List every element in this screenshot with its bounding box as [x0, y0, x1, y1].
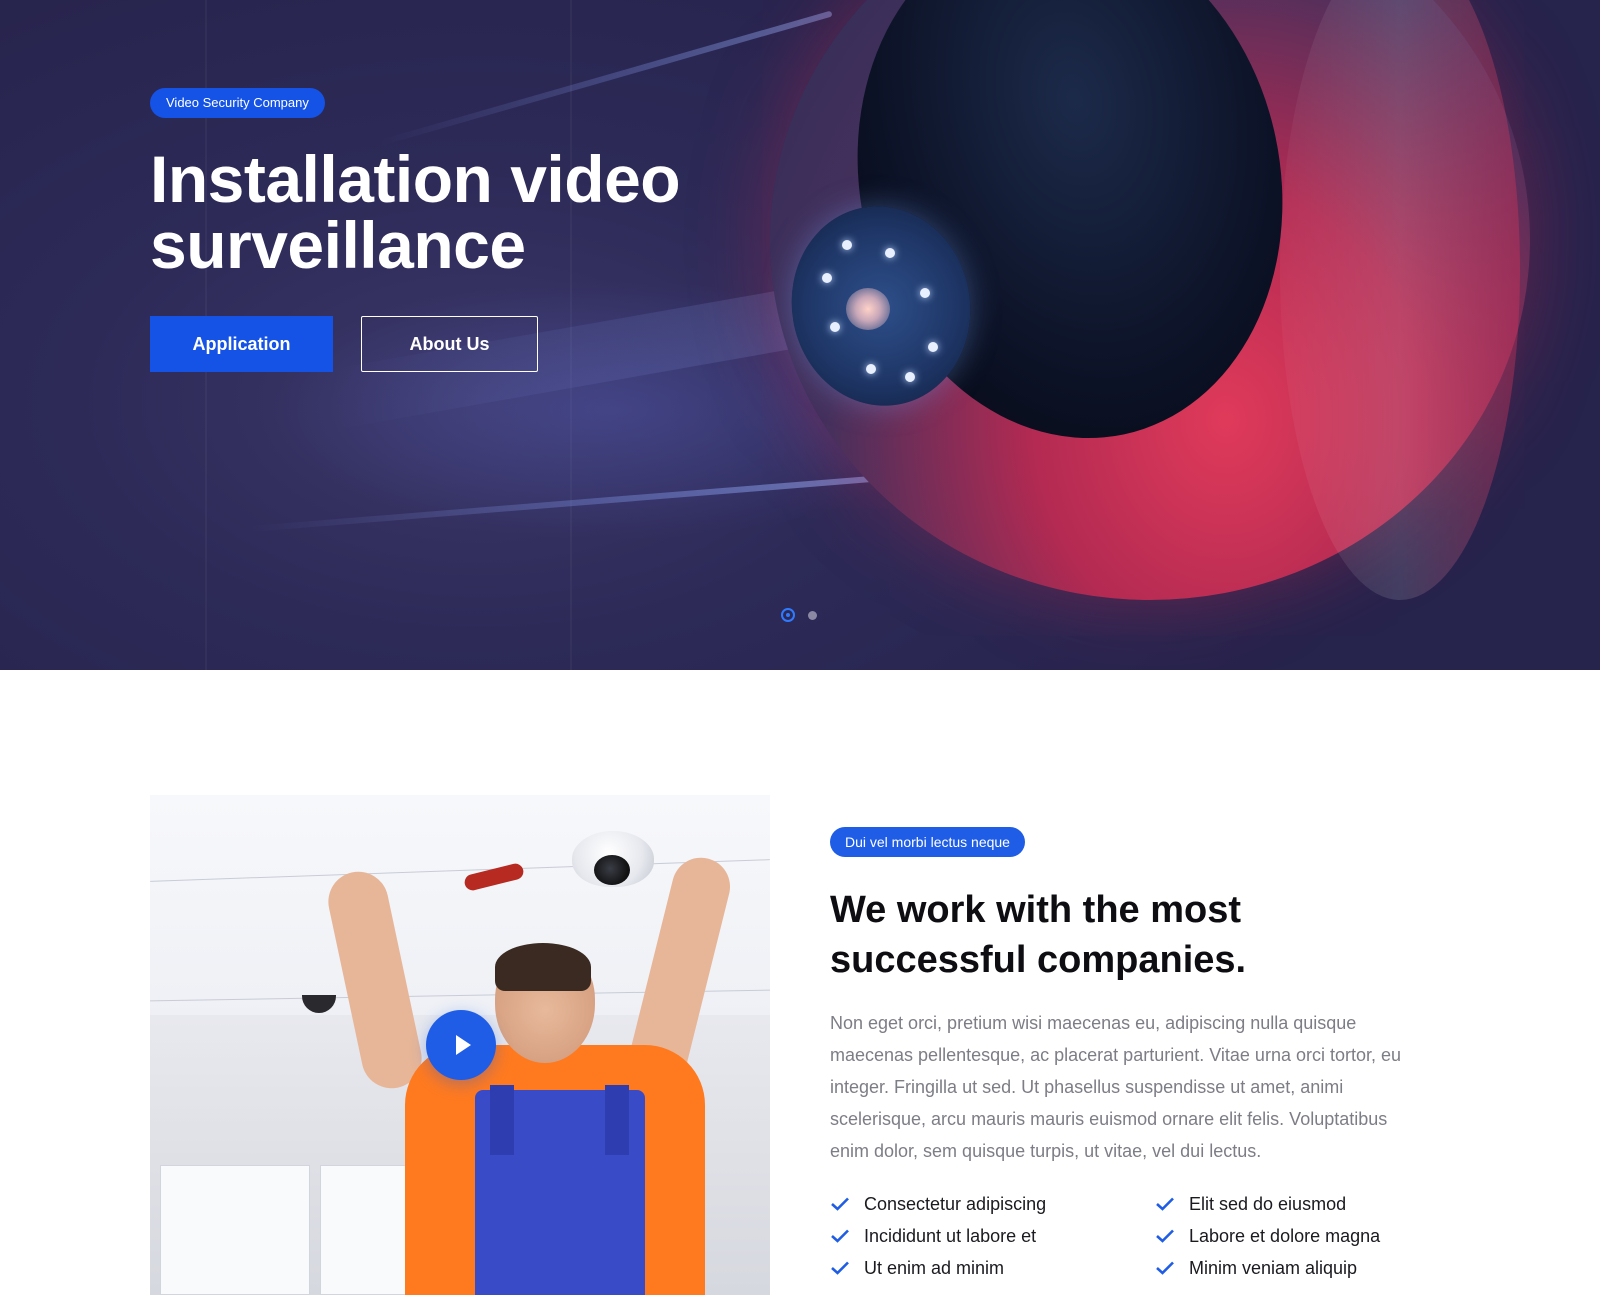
window-image: [160, 1165, 310, 1295]
camera-led: [905, 372, 915, 382]
feature-item: Consectetur adipiscing: [830, 1190, 1046, 1218]
hero-title-line: Installation video: [150, 142, 681, 216]
about-title: We work with the most successful compani…: [830, 885, 1420, 985]
check-icon: [1155, 1226, 1175, 1246]
feature-item: Incididunt ut labore et: [830, 1222, 1036, 1250]
camera-led: [885, 248, 895, 258]
feature-item: Labore et dolore magna: [1155, 1222, 1380, 1250]
camera-led: [830, 322, 840, 332]
check-icon: [1155, 1258, 1175, 1278]
about-paragraph: Non eget orci, pretium wisi maecenas eu,…: [830, 1013, 1402, 1161]
feature-label: Ut enim ad minim: [864, 1257, 1005, 1278]
check-icon: [830, 1194, 850, 1214]
feature-item: Ut enim ad minim: [830, 1254, 1004, 1282]
slider-dot-active[interactable]: [781, 608, 795, 622]
camera-led: [822, 273, 832, 283]
about-title-line: successful companies.: [830, 939, 1247, 981]
feature-label: Elit sed do eiusmod: [1189, 1193, 1347, 1214]
hero-title-line: surveillance: [150, 208, 526, 282]
camera-lens-center: [846, 288, 890, 330]
hero-banner: Video Security Company Installation vide…: [0, 0, 1600, 670]
feature-item: Elit sed do eiusmod: [1155, 1190, 1346, 1218]
check-icon: [1155, 1194, 1175, 1214]
overall-strap: [605, 1085, 629, 1155]
feature-label: Consectetur adipiscing: [864, 1193, 1047, 1214]
camera-led: [928, 342, 938, 352]
application-button[interactable]: Application: [150, 316, 333, 372]
ceiling-camera-lens: [594, 855, 630, 885]
overall-strap: [490, 1085, 514, 1155]
camera-led: [842, 240, 852, 250]
play-icon[interactable]: [426, 1010, 496, 1080]
about-us-button[interactable]: About Us: [361, 316, 538, 372]
camera-led: [920, 288, 930, 298]
hero-title: Installation video surveillance: [150, 146, 770, 278]
feature-label: Minim veniam aliquip: [1189, 1257, 1358, 1278]
slider-dot[interactable]: [808, 611, 817, 620]
installer-video-thumbnail: [150, 795, 770, 1295]
about-section: Dui vel morbi lectus neque We work with …: [0, 670, 1600, 1300]
about-badge: Dui vel morbi lectus neque: [830, 827, 1025, 857]
check-icon: [830, 1226, 850, 1246]
about-title-line: We work with the most: [830, 889, 1242, 931]
check-icon: [830, 1258, 850, 1278]
feature-item: Minim veniam aliquip: [1155, 1254, 1357, 1282]
camera-led: [866, 364, 876, 374]
feature-label: Incididunt ut labore et: [864, 1225, 1037, 1246]
hero-badge: Video Security Company: [150, 88, 325, 118]
about-text: Dui vel morbi lectus neque We work with …: [830, 827, 1420, 1278]
feature-label: Labore et dolore magna: [1189, 1225, 1381, 1246]
worker-hair: [495, 943, 591, 991]
hero-content: Video Security Company Installation vide…: [150, 88, 770, 372]
